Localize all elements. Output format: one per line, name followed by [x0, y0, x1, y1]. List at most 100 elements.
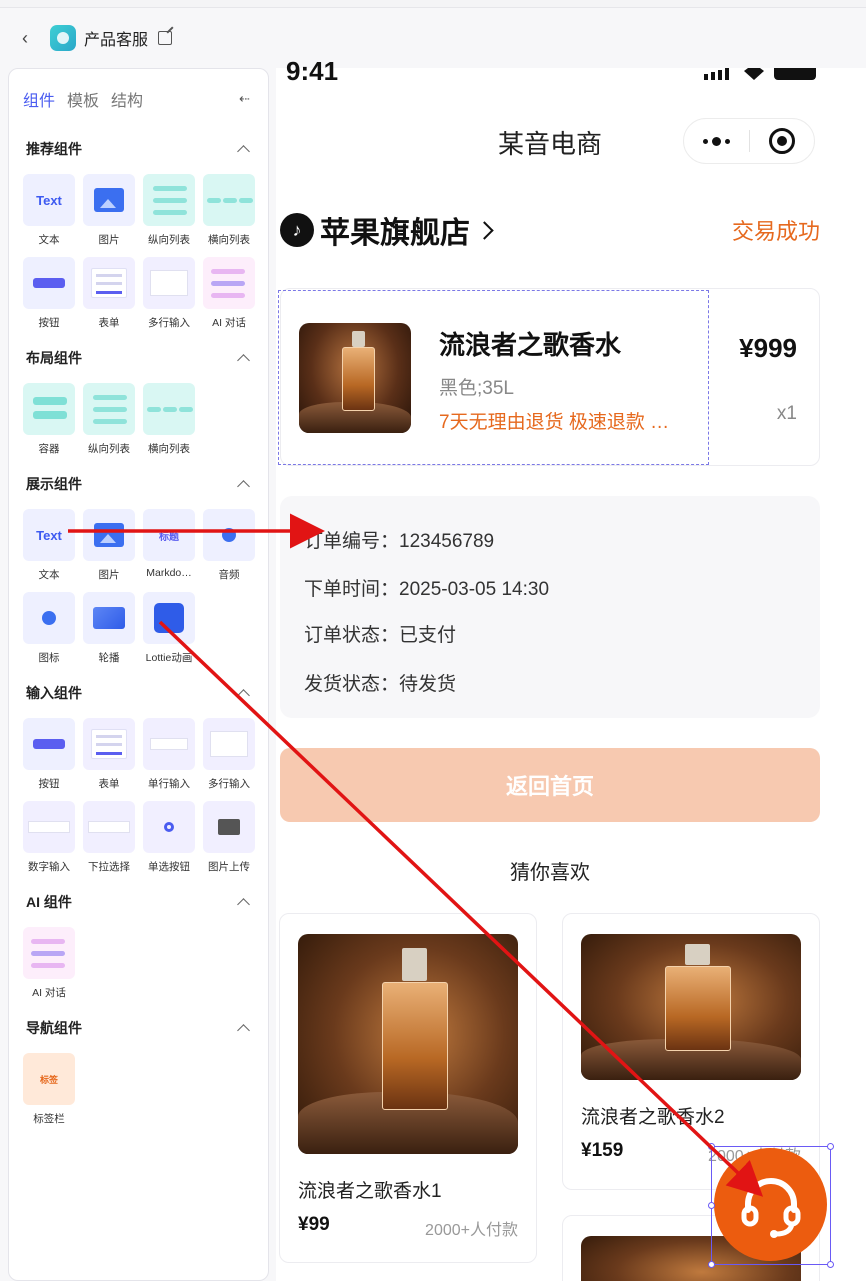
- component-single-input[interactable]: 单行输入: [143, 718, 195, 791]
- tiktok-icon: ♪: [280, 213, 314, 247]
- radio-icon: [164, 822, 174, 832]
- component-tabbar[interactable]: 标签 标签栏: [23, 1053, 75, 1126]
- trade-status: 交易成功: [731, 219, 820, 244]
- component-ai-chat[interactable]: AI 对话: [203, 257, 255, 330]
- component-label: 单选按钮: [148, 861, 190, 873]
- more-icon[interactable]: [684, 136, 749, 146]
- section-title-recommended: 推荐组件: [26, 141, 82, 157]
- shipping-status: 发货状态：待发货: [304, 674, 457, 695]
- recommend-card[interactable]: 流浪者之歌香水1 ¥99 2000+人付款: [279, 913, 537, 1263]
- component-horizontal-list[interactable]: 横向列表: [203, 174, 255, 247]
- panel-tabs: 组件 模板 结构: [23, 87, 143, 111]
- component-container[interactable]: 容器: [23, 383, 75, 456]
- signal-icon: [704, 68, 734, 80]
- component-image-upload[interactable]: 图片上传: [203, 801, 255, 874]
- component-carousel[interactable]: 轮播: [83, 592, 135, 665]
- image-icon: [94, 188, 124, 212]
- component-form[interactable]: 表单: [83, 257, 135, 330]
- component-label: 容器: [38, 443, 60, 455]
- component-label: 多行输入: [148, 317, 190, 329]
- component-button[interactable]: 按钮: [23, 718, 75, 791]
- component-audio[interactable]: 音频: [203, 509, 255, 582]
- chevron-up-icon[interactable]: [237, 898, 250, 911]
- carousel-thumb: [93, 607, 125, 629]
- order-time: 下单时间：2025-03-05 14:30: [304, 579, 550, 600]
- chevron-up-icon[interactable]: [237, 480, 250, 493]
- component-label: 按钮: [38, 317, 60, 329]
- component-text[interactable]: Text 文本: [23, 509, 75, 582]
- component-label: 音频: [218, 569, 240, 581]
- component-number-input[interactable]: 数字输入: [23, 801, 75, 874]
- component-multiline-input[interactable]: 多行输入: [203, 718, 255, 791]
- edit-icon[interactable]: [158, 31, 173, 45]
- order-number: 订单编号：123456789: [304, 531, 495, 552]
- component-icon[interactable]: 图标: [23, 592, 75, 665]
- component-label: 数字输入: [28, 861, 70, 873]
- resize-handle[interactable]: [708, 1261, 715, 1268]
- tab-components[interactable]: 组件: [23, 87, 55, 111]
- component-label: Markdo…: [146, 567, 192, 579]
- component-multiline-input[interactable]: 多行输入: [143, 257, 195, 330]
- chevron-up-icon[interactable]: [237, 689, 250, 702]
- store-name: 苹果旗舰店: [320, 217, 470, 250]
- text-thumb: Text: [36, 527, 62, 543]
- recommend-sold: 2000+人付款: [425, 1222, 518, 1239]
- button-thumb: [33, 739, 65, 749]
- tab-templates[interactable]: 模板: [67, 87, 99, 111]
- component-dropdown[interactable]: 下拉选择: [83, 801, 135, 874]
- component-form[interactable]: 表单: [83, 718, 135, 791]
- resize-handle[interactable]: [708, 1202, 715, 1209]
- component-button[interactable]: 按钮: [23, 257, 75, 330]
- component-label: 文本: [38, 569, 60, 581]
- component-radio[interactable]: 单选按钮: [143, 801, 195, 874]
- chevron-right-icon: [475, 220, 494, 240]
- chevron-up-icon[interactable]: [237, 354, 250, 367]
- customer-service-button[interactable]: [714, 1148, 827, 1261]
- app-title: 产品客服: [84, 32, 149, 49]
- product-quantity: x1: [776, 403, 797, 424]
- recommend-image: [298, 934, 518, 1154]
- component-panel: 组件 模板 结构 ⇠ 推荐组件 Text 文本 图片 纵向列表 横向列表 按钮 …: [8, 68, 269, 1281]
- component-label: 横向列表: [148, 443, 190, 455]
- return-home-button[interactable]: 返回首页: [280, 748, 820, 822]
- recommend-image: [581, 934, 801, 1080]
- tabbar-thumb: 标签: [39, 1074, 58, 1085]
- resize-handle[interactable]: [827, 1143, 834, 1150]
- component-label: AI 对话: [212, 317, 246, 329]
- resize-handle[interactable]: [708, 1143, 715, 1150]
- component-image[interactable]: 图片: [83, 174, 135, 247]
- component-image[interactable]: 图片: [83, 509, 135, 582]
- component-label: 图标: [38, 652, 60, 664]
- tab-structure[interactable]: 结构: [111, 87, 143, 111]
- store-header[interactable]: ♪ 苹果旗舰店 交易成功: [280, 208, 824, 252]
- section-title-layout: 布局组件: [26, 350, 82, 366]
- button-thumb: [33, 278, 65, 288]
- component-label: 单行输入: [148, 778, 190, 790]
- image-icon: [94, 523, 124, 547]
- component-text[interactable]: Text 文本: [23, 174, 75, 247]
- component-label: 标签栏: [33, 1113, 65, 1125]
- back-icon[interactable]: ‹: [22, 28, 42, 49]
- close-target-icon[interactable]: [750, 128, 815, 154]
- recommend-name: 流浪者之歌香水2: [581, 1107, 725, 1128]
- recommend-title: 猜你喜欢: [510, 862, 590, 884]
- component-label: 横向列表: [208, 234, 250, 246]
- component-label: 图片: [98, 234, 120, 246]
- recommend-price: ¥99: [298, 1214, 330, 1235]
- chevron-up-icon[interactable]: [237, 145, 250, 158]
- resize-handle[interactable]: [827, 1261, 834, 1268]
- component-ai-chat[interactable]: AI 对话: [23, 927, 75, 1000]
- icon-grid-icon: [42, 611, 56, 625]
- component-label: AI 对话: [32, 987, 66, 999]
- component-markdown[interactable]: 标题 Markdo…: [143, 509, 195, 579]
- collapse-panel-icon[interactable]: ⇠: [239, 91, 250, 107]
- status-time: 9:41: [286, 56, 339, 86]
- chevron-up-icon[interactable]: [237, 1024, 250, 1037]
- component-horizontal-list[interactable]: 横向列表: [143, 383, 195, 456]
- mini-program-capsule: [683, 118, 815, 164]
- section-title-ai: AI 组件: [26, 894, 72, 910]
- component-lottie[interactable]: Lottie动画: [143, 592, 195, 665]
- component-vertical-list[interactable]: 纵向列表: [143, 174, 195, 247]
- recommend-price: ¥159: [581, 1140, 624, 1161]
- component-vertical-list[interactable]: 纵向列表: [83, 383, 135, 456]
